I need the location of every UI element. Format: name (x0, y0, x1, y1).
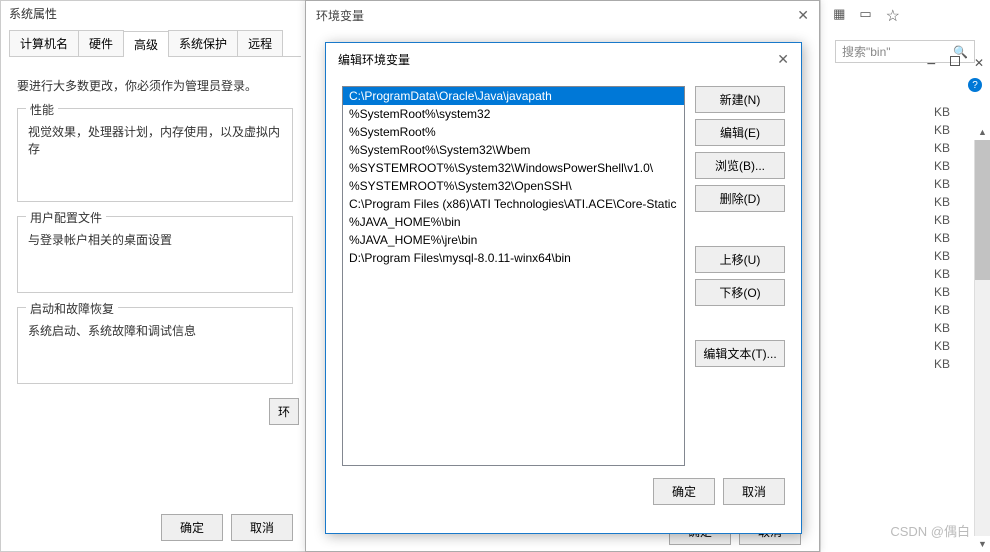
path-item[interactable]: %JAVA_HOME%\jre\bin (343, 231, 684, 249)
ok-button[interactable]: 确定 (161, 514, 223, 541)
file-row[interactable]: KB (831, 319, 980, 337)
path-item[interactable]: C:\ProgramData\Oracle\Java\javapath (343, 87, 684, 105)
tab-1[interactable]: 硬件 (78, 30, 124, 56)
minimize-icon[interactable]: − (927, 56, 936, 74)
watermark: CSDN @偶白 (890, 521, 970, 540)
startup-label: 启动和故障恢复 (26, 300, 118, 317)
file-row[interactable]: KB (831, 301, 980, 319)
new-button[interactable]: 新建(N) (695, 86, 785, 113)
move-down-button[interactable]: 下移(O) (695, 279, 785, 306)
file-row[interactable]: KB (831, 211, 980, 229)
tab-2[interactable]: 高级 (123, 31, 169, 57)
close-icon[interactable]: ✕ (797, 7, 809, 24)
file-row[interactable]: KB (831, 121, 980, 139)
edit-cancel-button[interactable]: 取消 (723, 478, 785, 505)
file-row[interactable]: KB (831, 157, 980, 175)
close-icon[interactable]: ✕ (974, 56, 984, 74)
grid-icon[interactable] (833, 6, 845, 26)
edit-env-titlebar: 编辑环境变量 ✕ (326, 43, 801, 76)
file-row[interactable]: KB (831, 103, 980, 121)
path-item[interactable]: %JAVA_HOME%\bin (343, 213, 684, 231)
edit-ok-button[interactable]: 确定 (653, 478, 715, 505)
browse-button[interactable]: 浏览(B)... (695, 152, 785, 179)
path-item[interactable]: D:\Program Files\mysql-8.0.11-winx64\bin (343, 249, 684, 267)
edit-env-footer: 确定 取消 (326, 466, 801, 517)
admin-note: 要进行大多数更改，你必须作为管理员登录。 (17, 77, 293, 94)
search-placeholder: 搜索"bin" (842, 43, 891, 60)
user-profile-label: 用户配置文件 (26, 209, 106, 226)
help-icon[interactable]: ? (968, 78, 982, 92)
system-properties-buttons: 确定 取消 (1, 506, 309, 549)
scroll-thumb[interactable] (975, 140, 990, 280)
edit-env-title: 编辑环境变量 (338, 51, 410, 68)
tab-3[interactable]: 系统保护 (168, 30, 238, 56)
tab-0[interactable]: 计算机名 (9, 30, 79, 56)
file-row[interactable]: KB (831, 355, 980, 373)
performance-desc: 视觉效果，处理器计划，内存使用，以及虚拟内存 (28, 123, 282, 157)
env-vars-button[interactable]: 环 (269, 398, 299, 425)
user-profile-desc: 与登录帐户相关的桌面设置 (28, 231, 282, 248)
maximize-icon[interactable] (950, 56, 960, 66)
file-size-column: KBKBKBKBKBKBKBKBKBKBKBKBKBKBKB (831, 103, 980, 373)
reader-icon[interactable] (859, 6, 871, 26)
browser-toolbar-icons (833, 6, 900, 26)
edit-text-button[interactable]: 编辑文本(T)... (695, 340, 785, 367)
system-properties-dialog: 系统属性 计算机名硬件高级系统保护远程 要进行大多数更改，你必须作为管理员登录。… (0, 0, 310, 552)
tab-4[interactable]: 远程 (237, 30, 283, 56)
favorite-icon[interactable] (886, 6, 900, 26)
path-item[interactable]: %SystemRoot%\system32 (343, 105, 684, 123)
path-item[interactable]: %SYSTEMROOT%\System32\OpenSSH\ (343, 177, 684, 195)
env-vars-titlebar: 环境变量 ✕ (306, 1, 819, 30)
path-item[interactable]: C:\Program Files (x86)\ATI Technologies\… (343, 195, 684, 213)
close-icon[interactable]: ✕ (777, 51, 789, 68)
startup-fieldset: 启动和故障恢复 系统启动、系统故障和调试信息 (17, 307, 293, 384)
delete-button[interactable]: 删除(D) (695, 185, 785, 212)
file-row[interactable]: KB (831, 283, 980, 301)
file-row[interactable]: KB (831, 193, 980, 211)
scroll-up-icon[interactable]: ▲ (975, 124, 990, 140)
explorer-panel: − ✕ ? 搜索"bin" 🔍 KBKBKBKBKBKBKBKBKBKBKBKB… (820, 0, 990, 552)
performance-fieldset: 性能 视觉效果，处理器计划，内存使用，以及虚拟内存 (17, 108, 293, 202)
edit-env-dialog: 编辑环境变量 ✕ C:\ProgramData\Oracle\Java\java… (325, 42, 802, 534)
user-profile-fieldset: 用户配置文件 与登录帐户相关的桌面设置 (17, 216, 293, 293)
path-list[interactable]: C:\ProgramData\Oracle\Java\javapath%Syst… (342, 86, 685, 466)
file-row[interactable]: KB (831, 247, 980, 265)
env-vars-title: 环境变量 (316, 7, 364, 24)
scrollbar[interactable]: ▲ ▼ (974, 140, 990, 536)
performance-label: 性能 (26, 101, 58, 118)
tabs: 计算机名硬件高级系统保护远程 (9, 30, 301, 57)
file-row[interactable]: KB (831, 175, 980, 193)
file-row[interactable]: KB (831, 337, 980, 355)
cancel-button[interactable]: 取消 (231, 514, 293, 541)
window-controls-bg: − ✕ (927, 56, 984, 74)
system-properties-title: 系统属性 (1, 1, 309, 26)
path-item[interactable]: %SystemRoot%\System32\Wbem (343, 141, 684, 159)
move-up-button[interactable]: 上移(U) (695, 246, 785, 273)
edit-button[interactable]: 编辑(E) (695, 119, 785, 146)
file-row[interactable]: KB (831, 265, 980, 283)
startup-desc: 系统启动、系统故障和调试信息 (28, 322, 282, 339)
file-row[interactable]: KB (831, 229, 980, 247)
file-row[interactable]: KB (831, 139, 980, 157)
edit-buttons-column: 新建(N) 编辑(E) 浏览(B)... 删除(D) 上移(U) 下移(O) 编… (695, 86, 785, 466)
path-item[interactable]: %SYSTEMROOT%\System32\WindowsPowerShell\… (343, 159, 684, 177)
scroll-down-icon[interactable]: ▼ (975, 536, 990, 552)
path-item[interactable]: %SystemRoot% (343, 123, 684, 141)
